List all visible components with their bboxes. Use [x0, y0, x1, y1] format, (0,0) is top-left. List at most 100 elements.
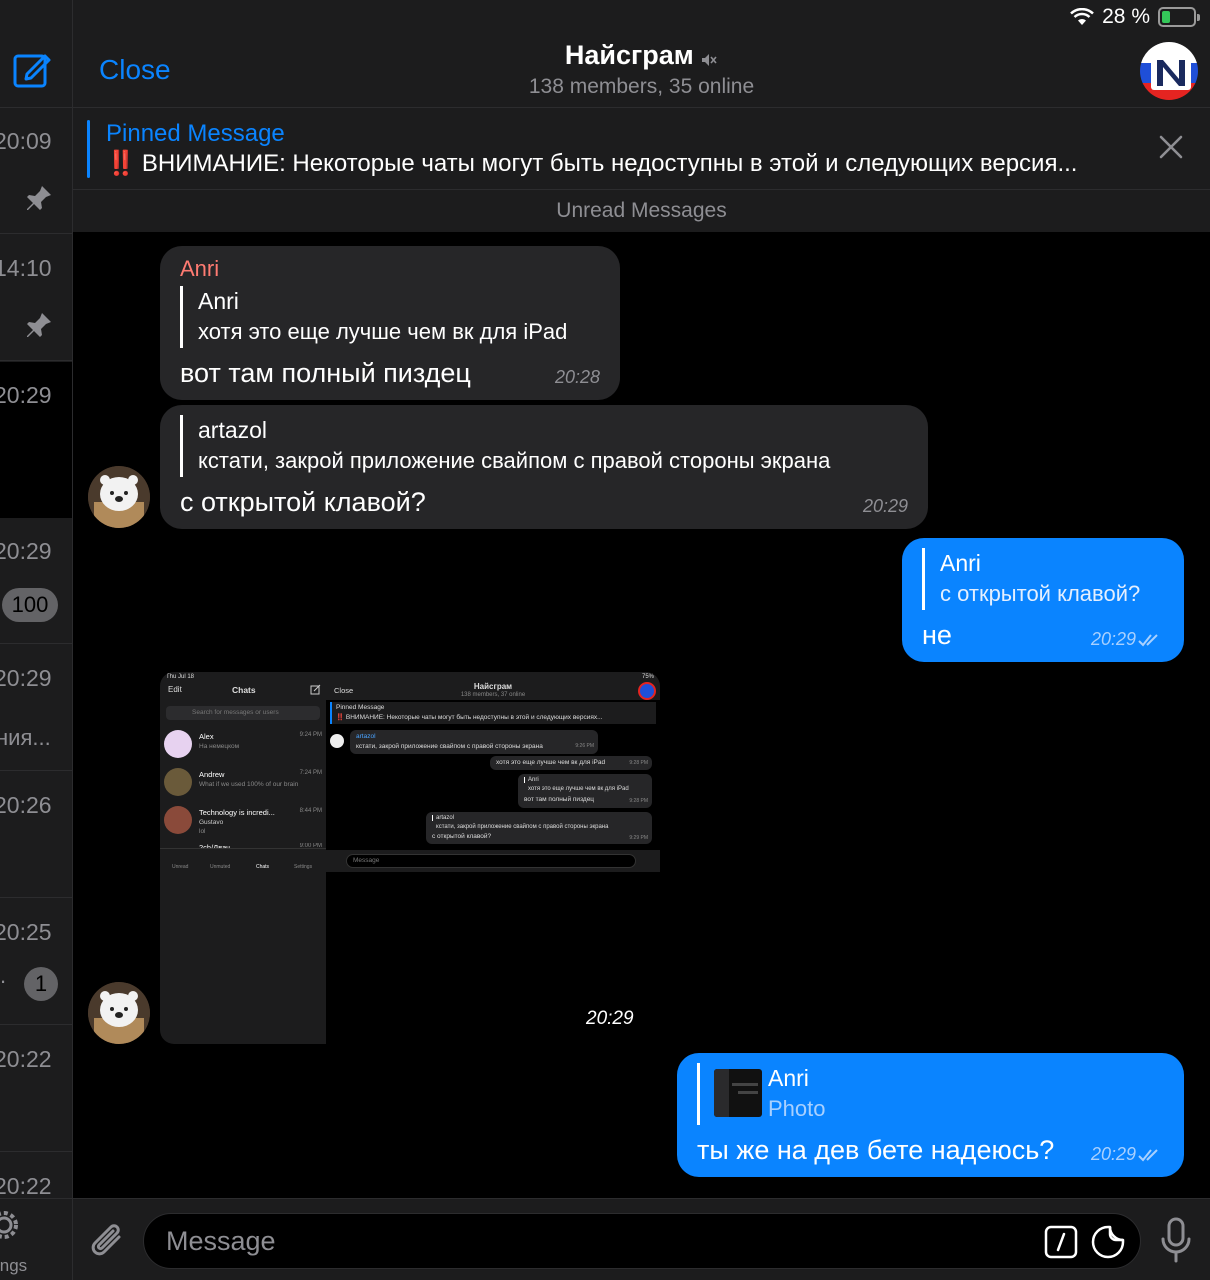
user-avatar[interactable] [88, 982, 150, 1044]
mini-pinned-text: ‼️ ВНИМАНИЕ: Некоторые чаты могут быть н… [336, 714, 603, 721]
chat-title: Найсграм [564, 40, 694, 70]
battery-icon [1158, 7, 1200, 27]
chat-time: 20:22 [0, 1173, 52, 1199]
message-input[interactable]: Message [143, 1213, 1141, 1269]
chat-list-topbar [0, 0, 72, 108]
mini-bubble: artazol кстати, закрой приложение свайпо… [350, 730, 598, 754]
message-bubble-incoming[interactable]: Anri Anri хотя это еще лучше чем вк для … [160, 246, 620, 400]
bot-commands-icon[interactable] [1044, 1225, 1078, 1259]
mini-bubble-reply: Anri [524, 777, 539, 783]
mini-chat-preview: На немецком [199, 743, 240, 750]
chat-title-block[interactable]: Найсграм 138 members, 35 online [73, 40, 1210, 99]
unread-badge: 100 [2, 588, 58, 622]
mini-input: Message [346, 854, 636, 868]
mini-bubble-text: кстати, закрой приложение свайпом с прав… [356, 743, 543, 750]
chat-list-row-selected[interactable]: 20:29 [0, 362, 72, 518]
reply-name: artazol [198, 417, 268, 443]
mini-tab: Settings [294, 864, 313, 870]
chat-list-row[interactable]: 20:29 100 [0, 518, 72, 644]
pinned-accent-bar [87, 120, 90, 178]
message-text: вот там полный пиздец [180, 358, 471, 388]
mini-chat-preview2: lol [199, 828, 206, 835]
message-bubble-outgoing[interactable]: Anri с открытой клавой? не 20:29 [902, 538, 1184, 662]
settings-tab[interactable]: ings [0, 1198, 72, 1280]
user-avatar[interactable] [88, 466, 150, 528]
mini-tab: Unmuted [210, 864, 231, 870]
mini-bubble-reply: artazol [432, 815, 454, 821]
mini-subtitle: 138 members, 37 online [460, 692, 526, 698]
message-bubble-incoming[interactable]: artazol кстати, закрой приложение свайпо… [160, 405, 928, 529]
paperclip-icon[interactable] [89, 1221, 127, 1261]
mini-bubble-reply-text: хотя это еще лучше чем вк для iPad [528, 786, 629, 792]
mini-chat-time: 8:44 PM [299, 808, 322, 814]
pinned-title: Pinned Message [106, 120, 285, 147]
battery-fill [1162, 11, 1171, 23]
chat-subtitle: 138 members, 35 online [528, 75, 755, 98]
read-checkmarks-icon [1138, 634, 1158, 647]
mini-chat-preview: Gustavo [199, 819, 224, 826]
reply-text: Photo [768, 1096, 826, 1121]
mini-chat-view: 75% Close Найсграм 138 members, 37 onlin… [326, 672, 660, 872]
photo-time: 20:29 [586, 1008, 634, 1029]
reply-preview[interactable]: Anri хотя это еще лучше чем вк для iPad [180, 286, 600, 348]
mini-status-right: 75% [641, 674, 654, 680]
chat-list-row[interactable]: 14:10 [0, 235, 72, 361]
mini-compose-icon [310, 684, 321, 695]
chat-list-row[interactable]: 20:29 ния... [0, 645, 72, 771]
chat-time: 20:25 [0, 919, 52, 945]
mini-header: 75% Close Найсграм 138 members, 37 onlin… [326, 672, 660, 700]
reply-name: Anri [940, 550, 981, 576]
mini-title: Найсграм [473, 682, 513, 691]
mini-edit: Edit [168, 685, 182, 694]
message-time-row: 20:29 [1091, 629, 1164, 650]
battery-percent: 28 % [1102, 5, 1150, 28]
chat-time: 20:29 [0, 665, 52, 691]
mini-pinned-title: Pinned Message [336, 704, 385, 711]
message-bubble-outgoing[interactable]: Anri Photo ты же на дев бете надеюсь? 20… [677, 1053, 1184, 1177]
close-icon[interactable] [1158, 134, 1184, 160]
mini-bubble: хотя это еще лучше чем вк для iPad 9:28 … [490, 756, 652, 770]
mini-bubble-time: 9:28 PM [629, 760, 648, 766]
gear-icon [0, 1211, 18, 1239]
chat-list-pane: 20:09 14:10 20:29 20:29 100 20:29 ния...… [0, 0, 73, 1280]
reply-name: Anri [768, 1065, 809, 1091]
group-avatar[interactable] [1138, 40, 1200, 102]
microphone-icon[interactable] [1160, 1217, 1192, 1263]
sticker-icon[interactable] [1090, 1224, 1126, 1260]
pin-icon [27, 186, 51, 210]
reply-text: хотя это еще лучше чем вк для iPad [198, 319, 568, 344]
mini-avatar [164, 730, 192, 758]
reply-preview[interactable]: Anri Photo [697, 1063, 1164, 1125]
message-text: с открытой клавой? [180, 487, 426, 517]
reply-photo-thumbnail [714, 1069, 762, 1117]
chat-time: 20:29 [0, 538, 52, 564]
reply-text: кстати, закрой приложение свайпом с прав… [198, 448, 831, 473]
screenshot-image: Thu Jul 18 Edit Chats Search for message… [160, 672, 660, 1044]
mini-search: Search for messages or users [166, 706, 320, 720]
message-time-row: 20:29 [1091, 1144, 1164, 1165]
mini-bubble-time: 9:26 PM [575, 743, 594, 749]
chat-list-row[interactable]: 20:26 [0, 772, 72, 898]
reply-preview[interactable]: artazol кстати, закрой приложение свайпо… [180, 415, 908, 477]
chat-list-row[interactable]: 20:09 [0, 108, 72, 234]
mini-chat-preview: What if we used 100% of our brain [199, 781, 299, 788]
message-time: 20:29 [862, 496, 908, 516]
mini-sidebar: Thu Jul 18 Edit Chats Search for message… [160, 672, 326, 1044]
reply-preview[interactable]: Anri с открытой клавой? [922, 548, 1164, 610]
chat-list-row[interactable]: 20:22 [0, 1026, 72, 1152]
message-placeholder: Message [166, 1226, 276, 1256]
chat-list-row[interactable]: 20:25 . 1 [0, 899, 72, 1025]
pinned-message[interactable]: Pinned Message ‼️ ВНИМАНИЕ: Некоторые чат… [73, 108, 1210, 190]
reply-text: с открытой клавой? [940, 581, 1141, 606]
read-checkmarks-icon [1138, 1149, 1158, 1162]
sender-name: Anri [180, 256, 220, 281]
wifi-icon [1070, 8, 1094, 25]
photo-message[interactable]: Thu Jul 18 Edit Chats Search for message… [160, 672, 660, 1044]
message-input-bar: Message [73, 1198, 1210, 1280]
mini-bubble-time: 9:29 PM [629, 835, 648, 841]
mini-group-avatar [638, 682, 656, 700]
message-time: 20:28 [554, 367, 600, 387]
chat-preview: ния... [0, 725, 51, 750]
compose-icon[interactable] [12, 50, 52, 90]
pinned-text: ВНИМАНИЕ: Некоторые чаты могут быть недо… [141, 150, 1078, 177]
